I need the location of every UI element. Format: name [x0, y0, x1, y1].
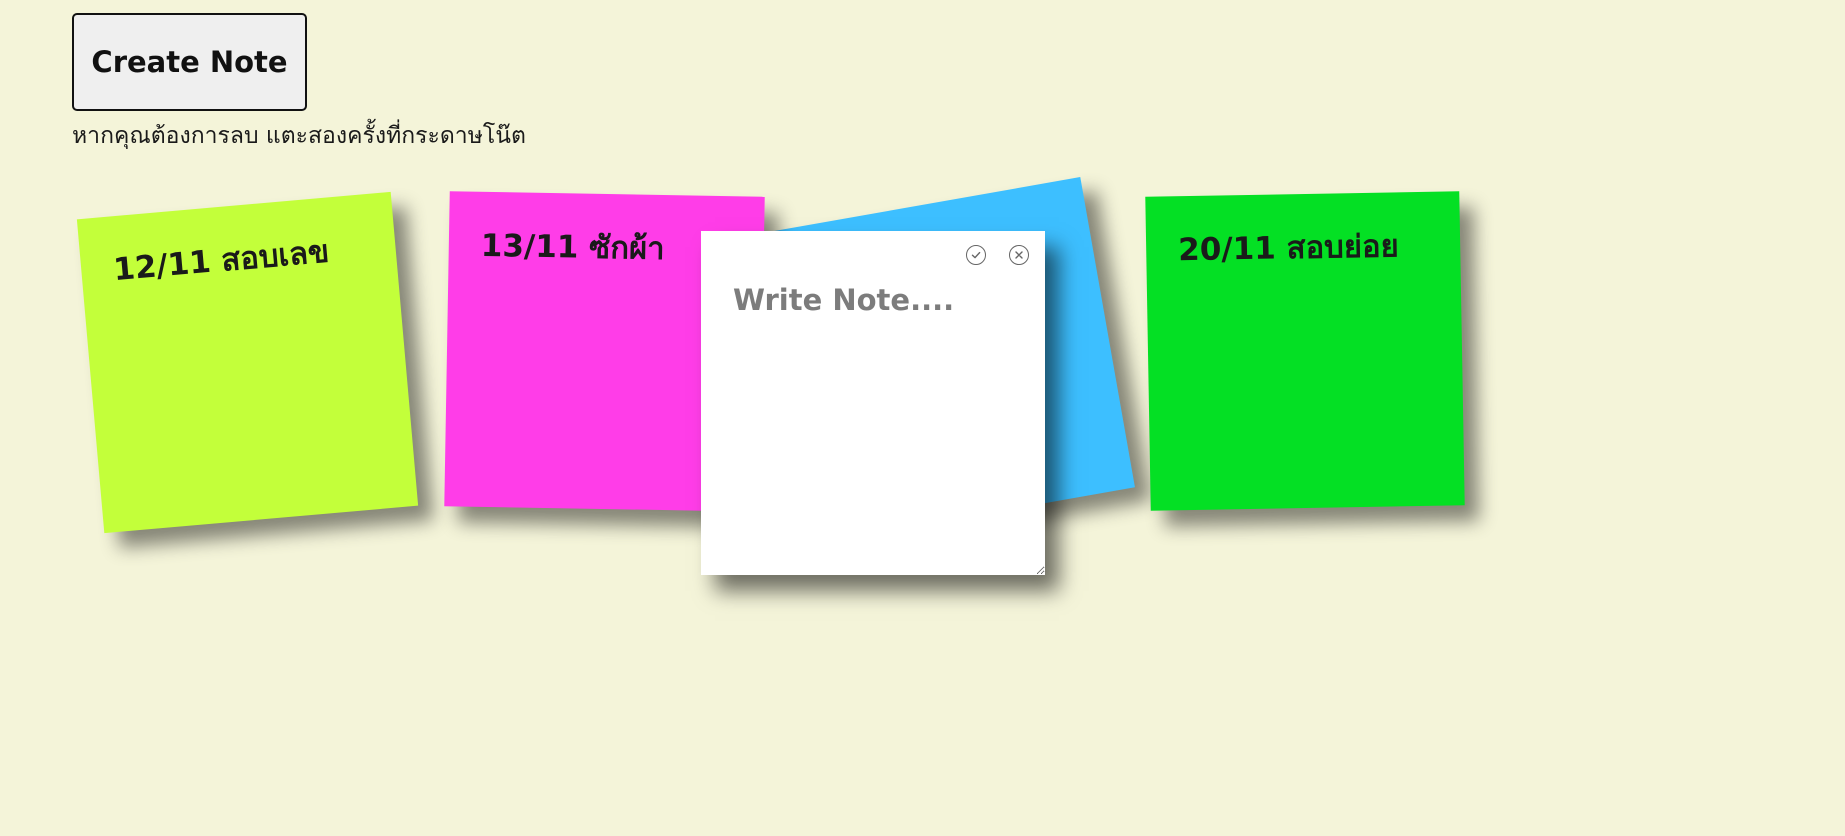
sticky-note[interactable]: 20/11 สอบย่อย — [1145, 191, 1465, 511]
create-note-button[interactable]: Create Note — [72, 13, 307, 111]
note-editor — [701, 231, 1045, 575]
note-text: 20/11 สอบย่อย — [1177, 228, 1400, 269]
close-circle-icon[interactable] — [1009, 245, 1029, 265]
note-text: 12/11 สอบเลข — [111, 233, 331, 289]
note-text: 13/11 ซักผ้า — [480, 227, 665, 268]
note-input[interactable] — [701, 231, 1045, 575]
check-circle-icon[interactable] — [966, 245, 986, 265]
sticky-note[interactable]: 12/11 สอบเลข — [76, 191, 419, 534]
delete-hint: หากคุณต้องการลบ แตะสองครั้งที่กระดาษโน๊ต — [72, 123, 526, 149]
